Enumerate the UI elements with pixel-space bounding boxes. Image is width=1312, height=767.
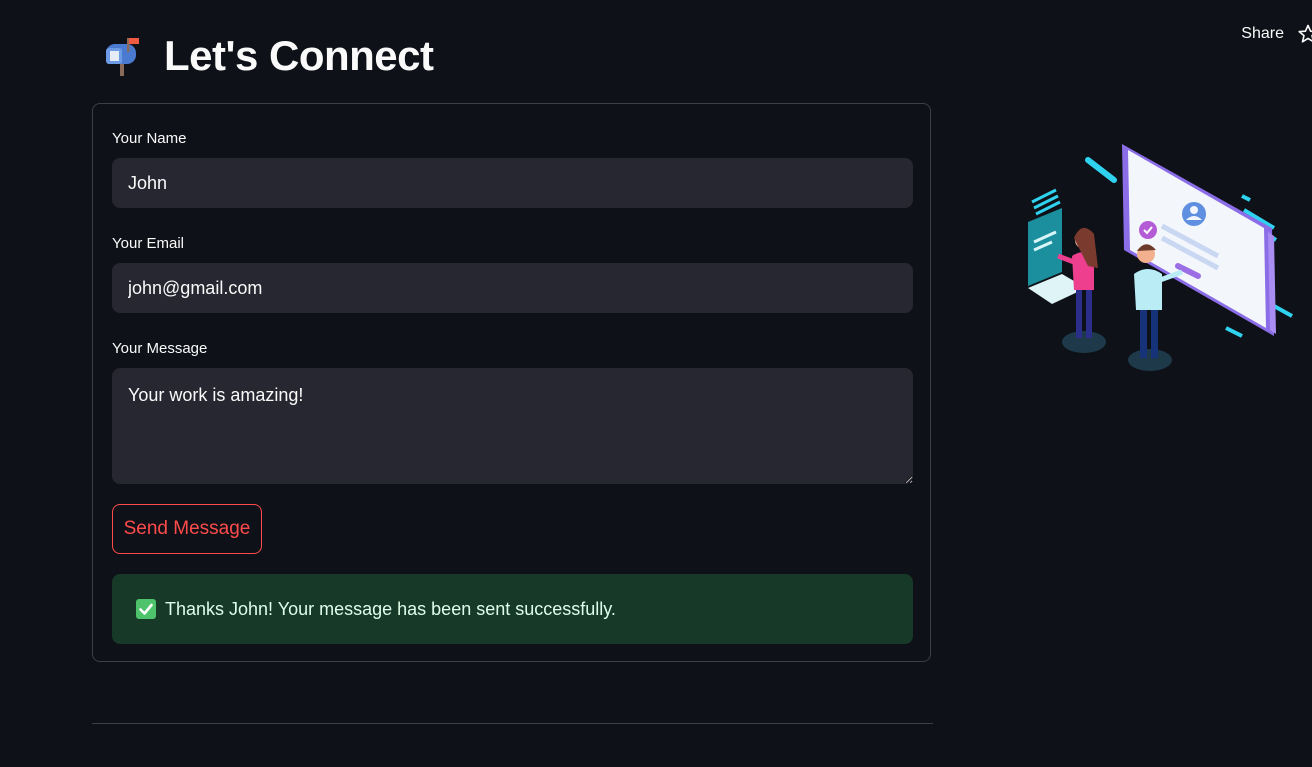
contact-form: Your Name Your Email Your Message Your w… <box>92 103 931 662</box>
divider <box>92 723 933 724</box>
success-message: Thanks John! Your message has been sent … <box>165 598 616 619</box>
send-message-button[interactable]: Send Message <box>112 504 262 554</box>
email-label: Your Email <box>112 235 184 252</box>
star-icon[interactable] <box>1298 24 1312 44</box>
share-button[interactable]: Share <box>1241 25 1284 43</box>
page-header: Let's Connect <box>102 30 434 82</box>
check-icon <box>136 599 156 619</box>
contact-illustration <box>1022 138 1304 380</box>
page-title: Let's Connect <box>164 32 434 79</box>
mailbox-icon <box>102 34 146 78</box>
message-textarea[interactable]: Your work is amazing! <box>112 368 913 484</box>
app-page: Share Let's Connect Your Name Your Email… <box>0 0 1312 767</box>
email-input[interactable] <box>112 263 913 313</box>
message-label: Your Message <box>112 340 208 357</box>
name-label: Your Name <box>112 130 187 147</box>
name-input[interactable] <box>112 158 913 208</box>
header-toolbar: Share <box>1241 22 1312 46</box>
success-alert: Thanks John! Your message has been sent … <box>112 574 913 644</box>
